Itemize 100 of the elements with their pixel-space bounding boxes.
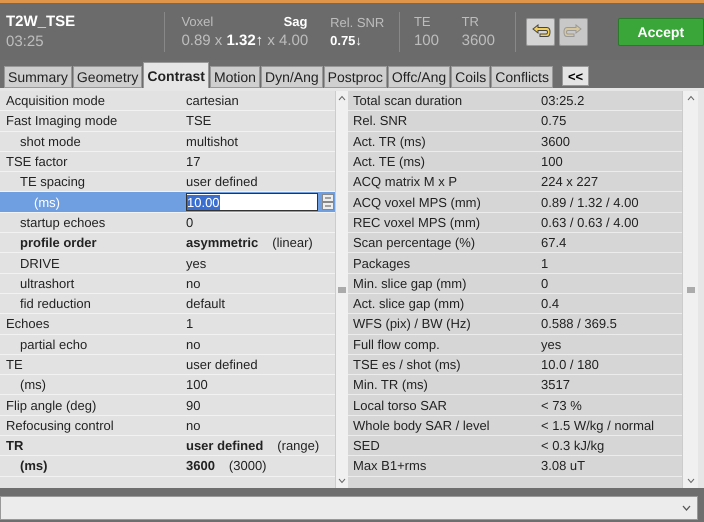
parameter-value: 90 <box>186 398 200 413</box>
tab[interactable]: Offc/Ang <box>388 66 450 88</box>
info-value: < 73 % <box>541 398 582 413</box>
orientation-label: Sag <box>284 14 308 29</box>
voxel-value: 0.89 x 1.32↑ x 4.00 <box>181 32 310 49</box>
parameter-row[interactable]: startup echoes 0 <box>0 212 335 234</box>
info-label: SED <box>352 438 381 454</box>
parameter-label: (ms) <box>33 194 61 210</box>
info-value: 0.63 / 0.63 / 4.00 <box>541 214 639 230</box>
parameter-label: Refocusing control <box>5 418 115 433</box>
parameter-hint: (range) <box>277 438 320 454</box>
info-value: 10.0 / 180 <box>541 357 599 372</box>
info-value: 03:25.2 <box>541 93 584 108</box>
tab[interactable]: Motion <box>210 66 260 88</box>
tab[interactable]: Coils <box>451 66 490 88</box>
info-value: 3517 <box>541 377 570 392</box>
tab[interactable]: Dyn/Ang <box>260 66 323 88</box>
info-label: ACQ voxel MPS (mm) <box>352 194 482 210</box>
snr-value: 0.75↓ <box>330 33 363 48</box>
dropdown-field[interactable] <box>0 496 698 520</box>
parameter-row[interactable]: (ms) 3600 (3000) <box>0 456 335 477</box>
parameter-label: shot mode <box>19 134 82 149</box>
tab[interactable]: Conflicts <box>491 66 553 88</box>
tab[interactable]: Contrast <box>143 62 209 88</box>
parameter-row[interactable]: TE user defined <box>0 354 335 376</box>
parameter-label: startup echoes <box>19 214 106 230</box>
parameter-value: 3600 <box>186 458 215 474</box>
parameter-row[interactable]: Refocusing control no <box>0 416 335 436</box>
voxel-label: Voxel <box>181 14 214 29</box>
info-label: Total scan duration <box>352 93 464 108</box>
parameter-row[interactable]: shot mode multishot <box>0 132 335 152</box>
info-value: 100 <box>541 154 563 170</box>
value-input-field[interactable]: 10.00 <box>186 193 318 212</box>
info-label: Min. slice gap (mm) <box>352 276 468 291</box>
parameter-value: user defined <box>186 438 264 454</box>
grip-icon[interactable] <box>686 286 694 292</box>
info-label: Packages <box>352 256 412 271</box>
parameter-label: Flip angle (deg) <box>5 398 98 413</box>
parameter-row[interactable]: fid reduction default <box>0 294 335 314</box>
arrow-left-icon <box>530 24 551 40</box>
info-value: yes <box>541 336 562 352</box>
parameter-row[interactable]: ultrashort no <box>0 274 335 294</box>
undo-button[interactable] <box>526 18 555 46</box>
tab[interactable]: Geometry <box>72 66 142 88</box>
parameter-hint: (linear) <box>272 235 313 250</box>
info-label: Rel. SNR <box>352 113 408 128</box>
info-label: Min. TR (ms) <box>352 377 429 392</box>
scroll-down-icon[interactable] <box>338 478 346 484</box>
tr-value: 3600 <box>462 32 496 49</box>
snr-label: Rel. SNR <box>330 15 386 30</box>
parameter-value: no <box>186 418 200 433</box>
parameter-value: yes <box>186 256 206 271</box>
info-label: Local torso SAR <box>352 398 448 413</box>
scrollbar[interactable] <box>682 91 698 488</box>
tab[interactable]: Postproc <box>324 66 387 88</box>
parameter-label: profile order <box>19 235 98 250</box>
info-label: Scan percentage (%) <box>352 235 476 250</box>
tab[interactable]: Summary <box>4 66 72 88</box>
info-label: WFS (pix) / BW (Hz) <box>352 316 472 332</box>
parameter-value: 1 <box>186 316 194 332</box>
scroll-up-icon[interactable] <box>686 95 694 101</box>
info-value: 1 <box>541 256 548 271</box>
parameter-row[interactable]: profile order asymmetric (linear) <box>0 233 335 254</box>
protocol-name: T2W_TSE <box>6 13 76 30</box>
parameter-value: no <box>186 336 200 352</box>
parameter-row[interactable]: (ms) 100 <box>0 375 335 396</box>
parameter-row[interactable]: Fast Imaging mode TSE <box>0 111 335 132</box>
parameter-row[interactable]: Echoes 1 <box>0 314 335 335</box>
parameter-row[interactable]: (ms) 10.00 <box>0 192 335 213</box>
grip-icon[interactable] <box>338 286 346 292</box>
scrollbar[interactable] <box>335 91 348 488</box>
scroll-up-icon[interactable] <box>338 95 346 101</box>
parameter-value: multishot <box>186 134 238 149</box>
parameter-value: cartesian <box>186 93 239 108</box>
info-label: Max B1+rms <box>352 458 428 474</box>
parameter-value: no <box>186 276 200 291</box>
parameter-label: (ms) <box>19 377 47 392</box>
info-label: Whole body SAR / level <box>352 418 491 433</box>
parameter-label: (ms) <box>19 458 48 474</box>
parameter-row[interactable]: DRIVE yes <box>0 253 335 274</box>
info-value: 3600 <box>541 134 570 149</box>
chevron-down-icon <box>682 505 691 511</box>
scan-duration: 03:25 <box>6 33 45 50</box>
parameter-row[interactable]: TR user defined (range) <box>0 436 335 456</box>
parameter-row[interactable]: Flip angle (deg) 90 <box>0 395 335 416</box>
info-label: REC voxel MPS (mm) <box>352 214 482 230</box>
te-label: TE <box>414 14 432 29</box>
info-label: TSE es / shot (ms) <box>352 357 462 372</box>
info-value: 3.08 uT <box>541 458 586 474</box>
collapse-button[interactable]: << <box>562 66 590 86</box>
parameter-value: asymmetric <box>186 235 258 250</box>
parameter-label: DRIVE <box>19 256 61 271</box>
spinner-icon[interactable] <box>322 194 334 210</box>
info-label: Act. slice gap (mm) <box>352 296 466 312</box>
parameter-row[interactable]: Acquisition mode cartesian <box>0 91 335 112</box>
parameter-row[interactable]: TSE factor 17 <box>0 152 335 172</box>
info-label: Act. TR (ms) <box>352 134 427 149</box>
info-value: 0 <box>541 276 548 291</box>
parameter-row[interactable]: partial echo no <box>0 334 335 355</box>
scroll-down-icon[interactable] <box>686 478 694 484</box>
